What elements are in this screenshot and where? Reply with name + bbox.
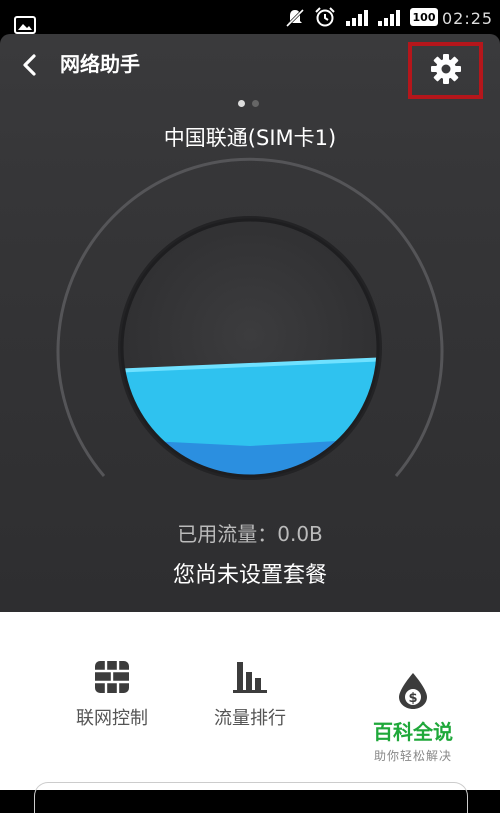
signal-icon: [378, 10, 400, 26]
watermark-name: 百科全说: [373, 720, 453, 744]
battery-level: 100: [412, 10, 436, 24]
traffic-ranking-label: 流量排行: [214, 708, 286, 729]
tools-area: 联网控制 流量排行 $ 百科全说 助你轻松解决: [0, 612, 500, 813]
money-drop-icon: $: [399, 673, 427, 709]
bar-chart-icon: [233, 662, 267, 693]
alarm-icon: [315, 7, 335, 27]
firewall-tool-button[interactable]: 联网控制: [42, 660, 182, 730]
status-bar: 100 02:25: [0, 0, 500, 34]
mute-icon: [285, 8, 305, 28]
watermark-subtitle: 助你轻松解决: [373, 749, 452, 763]
bottom-card-edge: [34, 782, 468, 813]
signal-icon: [346, 10, 368, 26]
battery-icon: 100: [410, 8, 438, 26]
status-time: 02:25: [442, 9, 494, 28]
traffic-ranking-button[interactable]: 流量排行: [180, 660, 320, 730]
firewall-icon: [95, 661, 129, 693]
watermark-logo: $ 百科全说 助你轻松解决: [348, 672, 478, 764]
used-traffic-label: 已用流量：0.0B: [177, 522, 323, 546]
firewall-tool-label: 联网控制: [76, 708, 148, 729]
water-fill: [122, 357, 378, 476]
set-plan-link[interactable]: 您尚未设置套餐: [0, 557, 500, 589]
svg-text:$: $: [408, 691, 417, 706]
traffic-panel: 网络助手 中国联通(SIM卡1) 已用流量：0.0B 您尚未设置套餐: [0, 34, 500, 612]
